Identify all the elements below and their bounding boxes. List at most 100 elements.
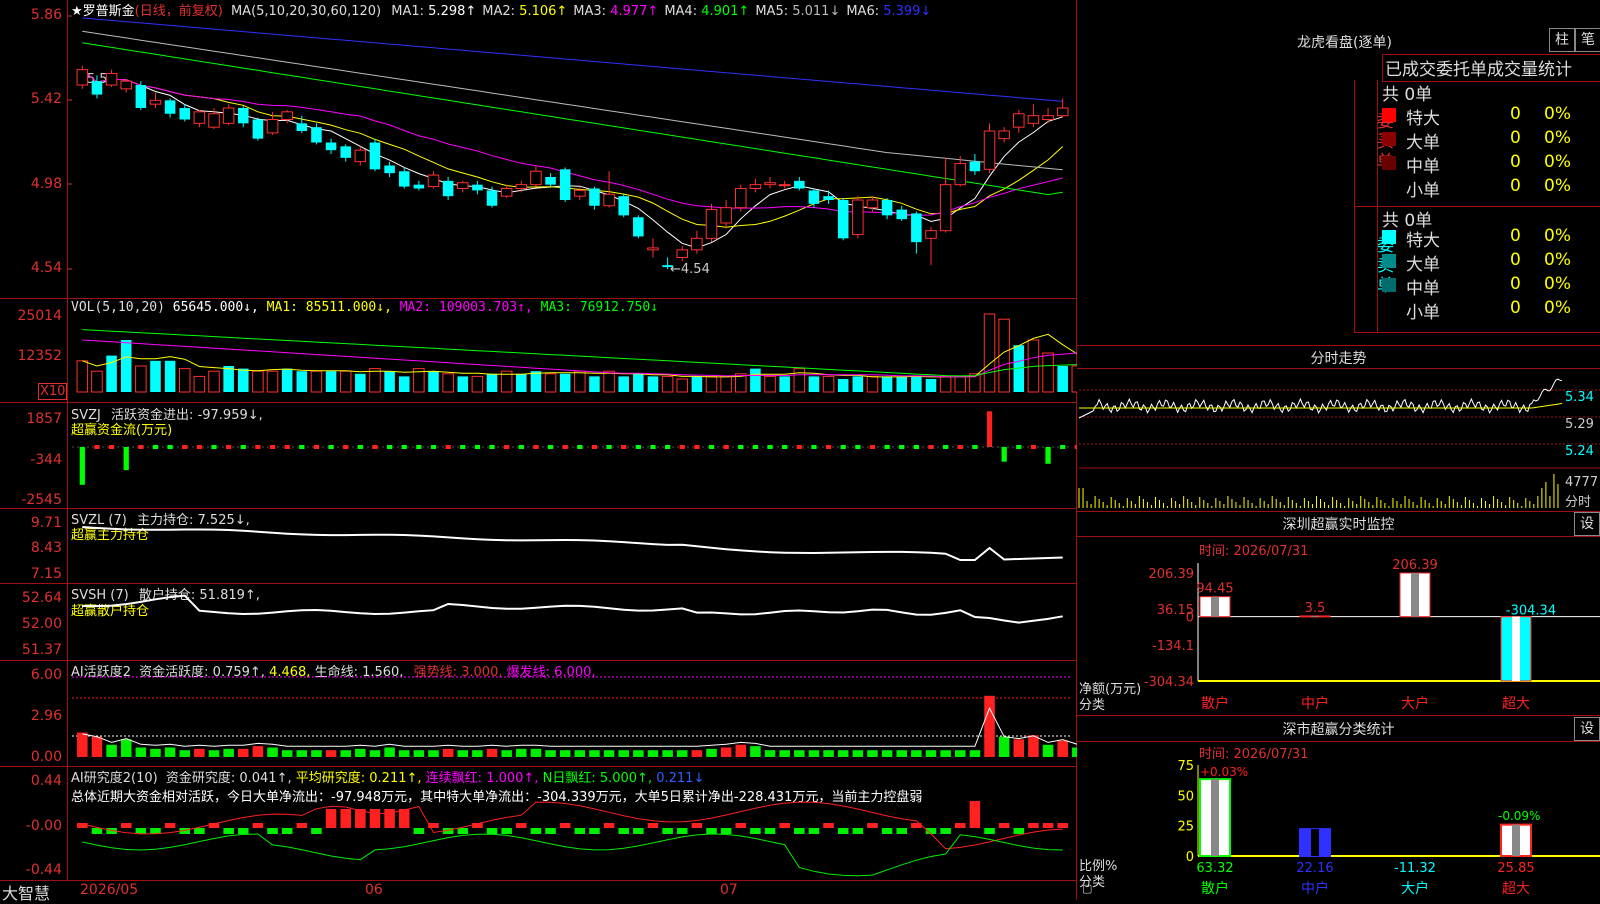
buy-row[interactable]: 中单 0 0% (1382, 152, 1600, 177)
color-swatch (1382, 132, 1396, 146)
volume-bar (589, 376, 600, 392)
svzj-bar (884, 445, 890, 449)
ai-active-bar (1042, 744, 1054, 757)
svzj-bar (445, 445, 451, 449)
ai-active-bar (486, 748, 498, 757)
intraday-tick-2: 5.29 (1565, 417, 1594, 432)
candle-body (296, 123, 308, 131)
svzj-bar (313, 445, 320, 449)
bar-mode-button[interactable]: 柱 (1549, 28, 1575, 52)
ai-active-bar (238, 748, 249, 757)
ai-active-bar (925, 750, 937, 757)
svzj-bar (664, 445, 671, 449)
ai-research-bar (794, 828, 805, 834)
candle-body (603, 193, 615, 207)
sell-row[interactable]: 小单 0 0% (1382, 298, 1600, 323)
sz-classify-time: 时间: 2026/07/31 (1199, 747, 1309, 762)
row-percent: 0% (1544, 128, 1571, 148)
volume-bar (369, 368, 381, 393)
tab-executed[interactable]: 已成交 (1383, 60, 1436, 80)
sell-row[interactable]: 特大 0 0% (1382, 226, 1600, 251)
sz-monitor-settings-button[interactable]: 设 (1574, 512, 1600, 536)
candle-body (691, 237, 703, 251)
volume-bar (310, 370, 323, 393)
ai-active-bar (91, 736, 103, 757)
buy-row[interactable]: 大单 0 0% (1382, 128, 1600, 153)
svzj-bar (474, 445, 481, 449)
ai-active-bar (881, 750, 893, 757)
ai-research-bar (691, 823, 703, 828)
volume-bar (296, 371, 308, 392)
ai-research-bar (998, 823, 1010, 828)
row-count: 0 (1510, 274, 1521, 294)
svzj-bar (504, 445, 510, 449)
sell-row[interactable]: 中单 0 0% (1382, 274, 1600, 299)
svzj-bar (855, 445, 861, 449)
candle-body (794, 180, 805, 189)
volume-bar (750, 368, 761, 392)
row-name: 特大 (1406, 109, 1440, 129)
volume-bar (150, 360, 161, 392)
volume-bar (633, 373, 644, 392)
svzj-bar (708, 445, 715, 449)
sz-classify-settings-button[interactable]: 设 (1574, 717, 1600, 741)
ai-active-bar (735, 744, 747, 757)
buy-row[interactable]: 特大 0 0% (1382, 104, 1600, 129)
svzj-bar (738, 445, 744, 449)
tab-volume-stats[interactable]: 成交量统计 (1487, 60, 1572, 80)
svzj-bar (533, 445, 539, 449)
ai-active-bar (340, 750, 351, 757)
candle-body (164, 100, 176, 114)
volume-bar (852, 376, 864, 392)
candle-body (354, 149, 367, 163)
candle-body (515, 184, 528, 190)
color-swatch (1382, 230, 1396, 244)
ai-research-bar (457, 828, 469, 834)
ma-line-3 (81, 69, 1063, 216)
svzj-bar (694, 445, 700, 449)
ai-active-bar (794, 750, 805, 757)
sz-classify-panel[interactable]: 深市超赢分类统计 设 时间: 2026/07/31 比例% 分类 (1077, 715, 1600, 900)
row-count: 0 (1510, 104, 1521, 124)
volume-bar (618, 376, 629, 392)
ai-research-bar (808, 828, 820, 834)
ai-research-green-line (82, 833, 1063, 877)
ai-research-bar (735, 823, 747, 828)
svzj-bar (328, 445, 334, 449)
tick-mode-button[interactable]: 笔 (1575, 28, 1600, 52)
ai-research-bar (676, 828, 688, 834)
row-count: 0 (1510, 298, 1521, 318)
ai-active-bar (589, 750, 600, 757)
candle-body (193, 111, 206, 124)
intraday-panel[interactable]: 分时走势 5.34 5.29 5.24 4777 分时 (1077, 345, 1600, 512)
sell-row[interactable]: 大单 0 0% (1382, 250, 1600, 275)
volume-bar (135, 365, 147, 393)
candle-body (340, 146, 351, 158)
volume-bar (516, 373, 527, 392)
volume-bar (574, 370, 586, 393)
sz-monitor-panel[interactable]: 深圳超赢实时监控 设 时间: 2026/07/31 净额(万元) 分类 (1077, 510, 1600, 716)
ai-active-bar (823, 750, 834, 757)
svzj-bar (460, 445, 466, 449)
svzj-bar (79, 447, 85, 485)
ai-active-bar (1028, 735, 1039, 757)
volume-bar (954, 375, 967, 393)
tab-orders[interactable]: 委托单 (1436, 60, 1487, 80)
svzj-bar (547, 445, 554, 449)
ai-research-bar (296, 823, 308, 828)
ai-active-bar (252, 746, 264, 757)
buy-total: 共 0单 (1382, 85, 1433, 105)
volume-bar (1057, 366, 1068, 392)
volume-bar (1042, 352, 1054, 393)
candle-body (559, 169, 571, 200)
candle-body (589, 188, 600, 206)
svzj-bar (621, 445, 627, 449)
ai-active-bar (325, 750, 337, 757)
ai-research-bar (340, 809, 351, 828)
svzj-bar (972, 445, 978, 449)
candle-body (647, 247, 659, 251)
ai-research-bar (501, 828, 512, 834)
ai-research-bar (77, 823, 88, 828)
buy-row[interactable]: 小单 0 0% (1382, 176, 1600, 201)
ai-research-bar (120, 823, 132, 828)
